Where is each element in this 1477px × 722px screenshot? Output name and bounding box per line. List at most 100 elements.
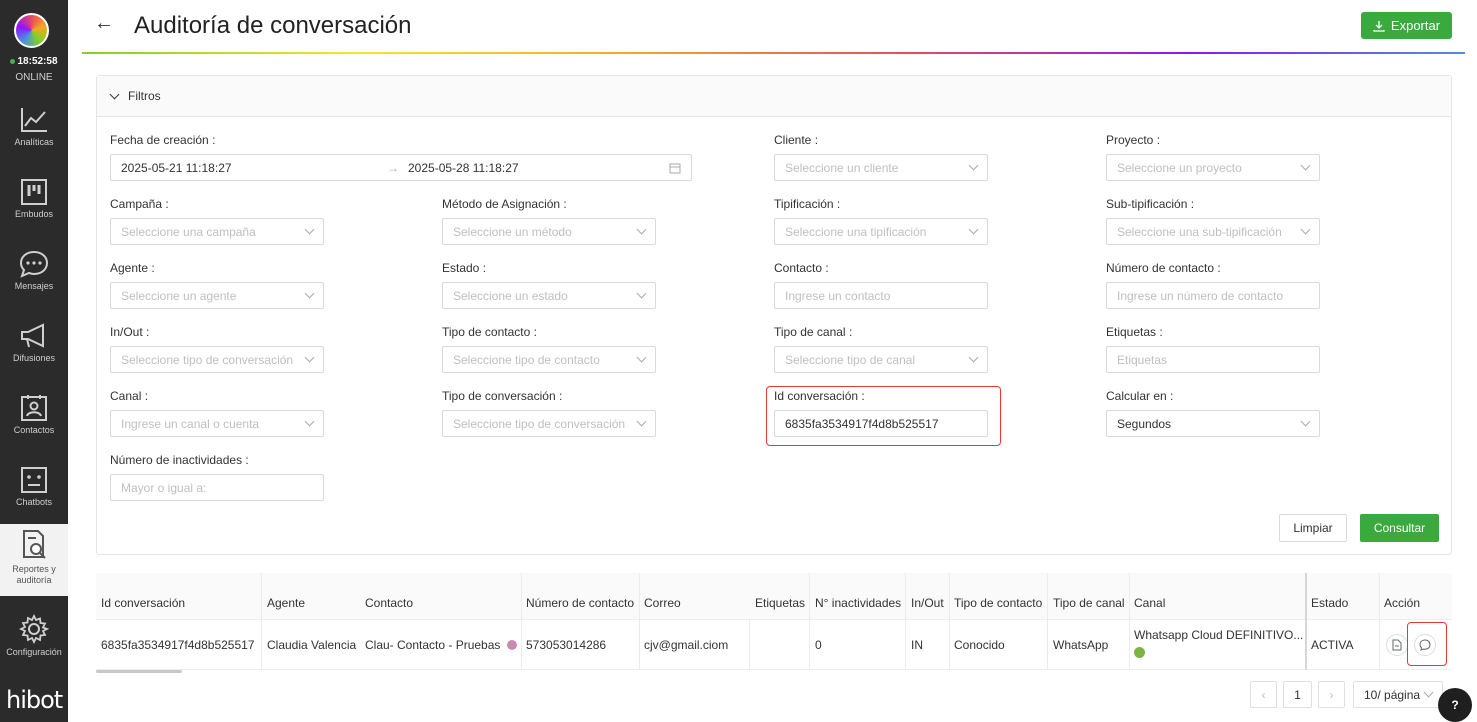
download-icon <box>1373 20 1385 32</box>
sidebar-item-analiticas[interactable]: Analíticas <box>0 106 68 178</box>
inout-select[interactable]: Seleccione tipo de conversación <box>110 346 324 373</box>
help-chat-icon[interactable]: ? <box>1438 688 1472 722</box>
channel-badge-icon <box>1134 647 1145 658</box>
chevron-down-icon <box>304 288 315 299</box>
sidebar-item-embudos[interactable]: Embudos <box>0 178 68 250</box>
col-divider <box>639 620 640 670</box>
proyecto-select[interactable]: Seleccione un proyecto <box>1106 154 1320 181</box>
col-divider <box>521 620 522 670</box>
page-size-select[interactable]: 10/ página <box>1353 681 1443 708</box>
numero-contacto-input[interactable]: Ingrese un número de contacto <box>1106 282 1320 309</box>
document-icon[interactable] <box>1386 634 1408 656</box>
chat-bubble-icon <box>19 250 49 278</box>
tipo-conversacion-select[interactable]: Seleccione tipo de conversación <box>442 410 656 437</box>
inout-label: In/Out : <box>110 325 150 339</box>
campana-select[interactable]: Seleccione una campaña <box>110 218 324 245</box>
contact-card-icon <box>21 395 47 421</box>
agente-label: Agente : <box>110 261 155 275</box>
cell-inout: IN <box>911 638 923 652</box>
tipo-canal-label: Tipo de canal : <box>774 325 853 339</box>
col-divider <box>639 573 640 620</box>
calcular-select[interactable]: Segundos <box>1106 410 1320 437</box>
megaphone-icon <box>21 323 44 348</box>
sidebar-label: Difusiones <box>12 353 56 363</box>
canal-select[interactable]: Ingrese un canal o cuenta <box>110 410 324 437</box>
proyecto-label: Proyecto : <box>1106 133 1161 147</box>
col-correo[interactable]: Correo <box>644 596 681 610</box>
inactividades-label: Número de inactividades : <box>110 453 249 467</box>
subtipificacion-label: Sub-tipificación : <box>1106 197 1195 211</box>
back-arrow-icon[interactable]: ← <box>94 12 114 35</box>
col-estado[interactable]: Estado <box>1311 596 1348 610</box>
sidebar-item-configuracion[interactable]: Configuración <box>0 614 68 686</box>
search-button[interactable]: Consultar <box>1360 514 1439 542</box>
inactividades-input[interactable]: Mayor o igual a: <box>110 474 324 501</box>
col-divider <box>1379 620 1380 670</box>
tipificacion-select[interactable]: Seleccione una tipificación <box>774 218 988 245</box>
col-inactividades[interactable]: N° inactividades <box>815 596 901 610</box>
cliente-label: Cliente : <box>774 133 819 147</box>
arrow-right-icon: → <box>387 160 399 175</box>
col-inout[interactable]: In/Out <box>911 596 944 610</box>
contacto-input[interactable]: Ingrese un contacto <box>774 282 988 309</box>
page-1-button[interactable]: 1 <box>1283 681 1312 708</box>
chevron-down-icon <box>1423 687 1434 698</box>
cell-tipo-canal: WhatsApp <box>1053 638 1109 652</box>
col-accion[interactable]: Acción <box>1384 596 1420 610</box>
agente-select[interactable]: Seleccione un agente <box>110 282 324 309</box>
sidebar-item-reportes[interactable]: Reportes y auditoría <box>0 524 68 596</box>
sidebar-item-difusiones[interactable]: Difusiones <box>0 322 68 394</box>
filters-toggle[interactable]: Filtros <box>97 76 1451 117</box>
table-header: Id conversación Agente Contacto Número d… <box>96 573 1452 620</box>
chart-line-icon <box>21 108 47 132</box>
col-divider <box>1047 573 1048 620</box>
sidebar-label: Chatbots <box>15 497 53 507</box>
sidebar-label: Reportes y auditoría <box>12 564 56 585</box>
col-agente[interactable]: Agente <box>267 596 305 610</box>
tipo-canal-select[interactable]: Seleccione tipo de canal <box>774 346 988 373</box>
calcular-label: Calcular en : <box>1106 389 1174 403</box>
col-canal[interactable]: Canal <box>1134 596 1165 610</box>
col-divider <box>1129 573 1130 620</box>
prev-page-button[interactable]: ‹ <box>1250 681 1277 708</box>
col-id[interactable]: Id conversación <box>101 596 185 610</box>
sidebar-item-mensajes[interactable]: Mensajes <box>0 250 68 322</box>
cell-canal: Whatsapp Cloud DEFINITIVO... <box>1134 628 1303 658</box>
report-search-icon <box>23 530 46 559</box>
highlight-box <box>1407 622 1447 666</box>
col-numero[interactable]: Número de contacto <box>526 596 634 610</box>
col-divider <box>905 620 906 670</box>
sidebar-item-contactos[interactable]: Contactos <box>0 394 68 466</box>
cell-inactividades: 0 <box>815 638 822 652</box>
chevron-down-icon <box>636 352 647 363</box>
estado-select[interactable]: Seleccione un estado <box>442 282 656 309</box>
chevron-down-icon <box>636 288 647 299</box>
col-tipo-contacto[interactable]: Tipo de contacto <box>954 596 1042 610</box>
sidebar-label: Configuración <box>6 647 62 657</box>
cell-estado: ACTIVA <box>1311 638 1354 652</box>
col-etiquetas[interactable]: Etiquetas <box>755 596 805 610</box>
next-page-button[interactable]: › <box>1318 681 1345 708</box>
etiquetas-input[interactable]: Etiquetas <box>1106 346 1320 373</box>
cell-contacto: Clau- Contacto - Pruebas <box>365 638 517 652</box>
date-range-picker[interactable]: 2025-05-21 11:18:27 → 2025-05-28 11:18:2… <box>110 154 692 181</box>
id-conversacion-input[interactable]: 6835fa3534917f4d8b525517 <box>774 410 988 437</box>
user-avatar[interactable] <box>14 13 49 48</box>
date-start[interactable]: 2025-05-21 11:18:27 <box>121 161 232 175</box>
session-time: 18:52:58 <box>0 56 68 67</box>
col-tipo-canal[interactable]: Tipo de canal <box>1053 596 1125 610</box>
date-end[interactable]: 2025-05-28 11:18:27 <box>408 161 519 175</box>
subtipificacion-select[interactable]: Seleccione una sub-tipificación <box>1106 218 1320 245</box>
table-row[interactable]: 6835fa3534917f4d8b525517 Claudia Valenci… <box>96 620 1452 670</box>
cliente-select[interactable]: Seleccione un cliente <box>774 154 988 181</box>
export-button[interactable]: Exportar <box>1361 12 1452 39</box>
tipo-conversacion-label: Tipo de conversación : <box>442 389 563 403</box>
col-contacto[interactable]: Contacto <box>365 596 413 610</box>
etiquetas-label: Etiquetas : <box>1106 325 1163 339</box>
horizontal-scrollbar[interactable] <box>96 670 182 673</box>
robot-icon <box>21 467 47 493</box>
tipo-contacto-select[interactable]: Seleccione tipo de contacto <box>442 346 656 373</box>
metodo-select[interactable]: Seleccione un método <box>442 218 656 245</box>
export-label: Exportar <box>1390 18 1441 33</box>
clear-button[interactable]: Limpiar <box>1279 514 1347 542</box>
